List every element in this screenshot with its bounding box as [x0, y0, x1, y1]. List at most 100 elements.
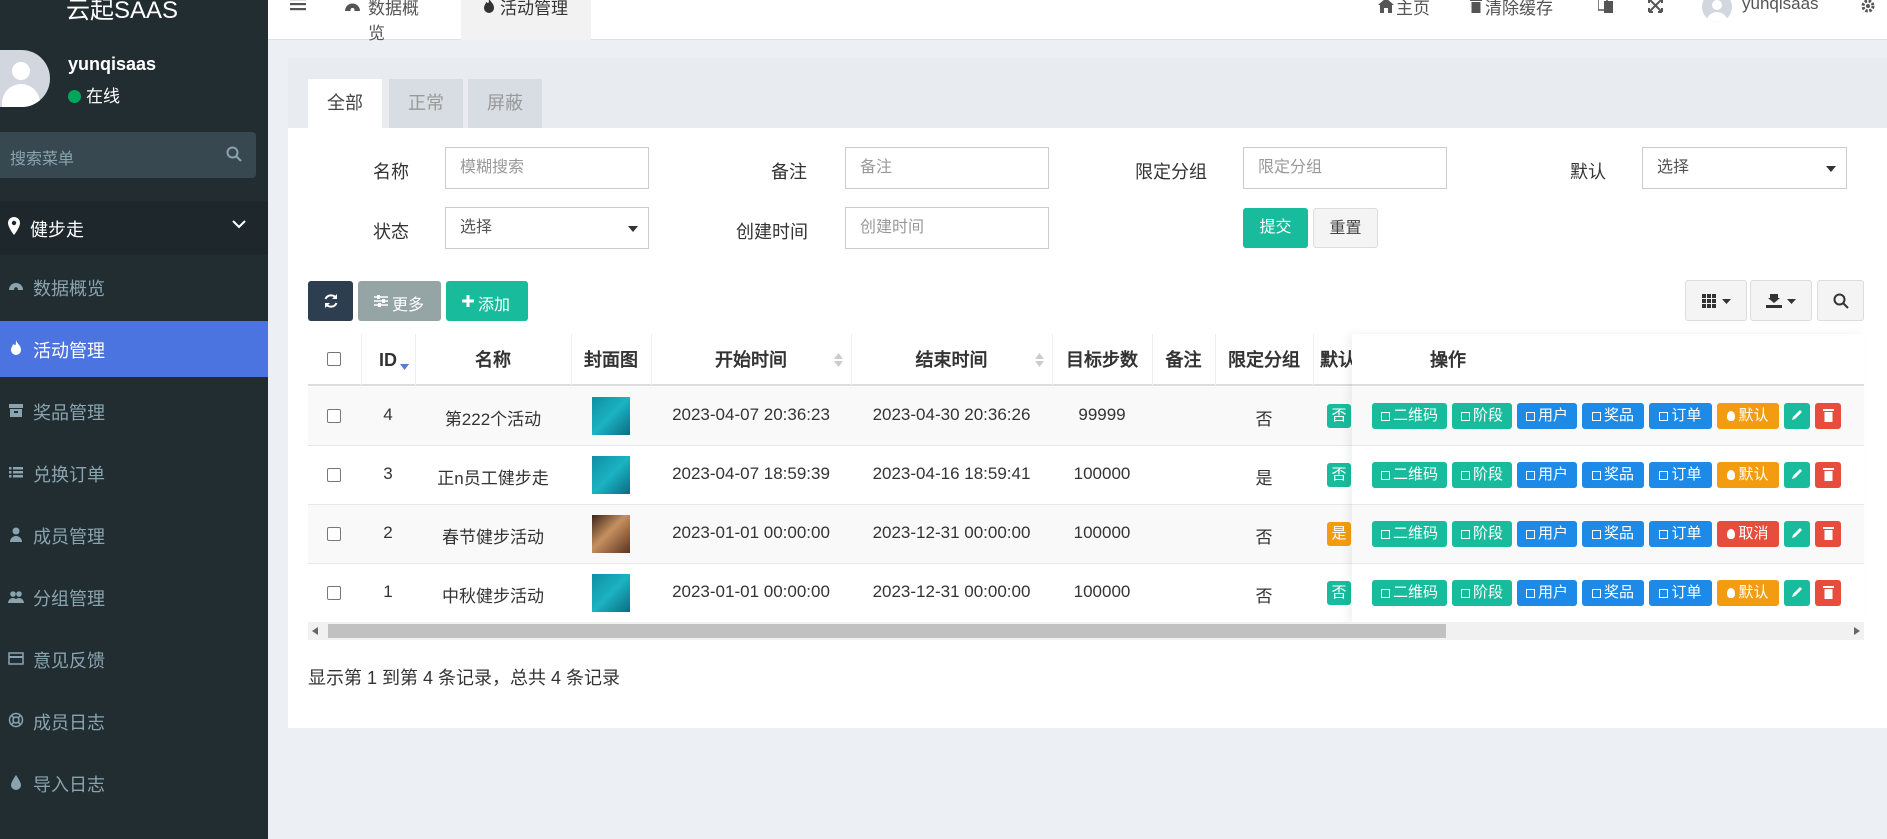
row-checkbox[interactable]	[327, 409, 341, 423]
tab-all[interactable]: 全部	[308, 79, 382, 128]
qrcode-button[interactable]: 二维码	[1372, 462, 1447, 488]
add-button[interactable]: 添加	[446, 281, 528, 321]
reset-button[interactable]: 重置	[1313, 208, 1378, 248]
scroll-left-icon[interactable]	[312, 627, 318, 635]
row-checkbox[interactable]	[327, 527, 341, 541]
delete-button[interactable]	[1815, 462, 1841, 488]
trash-icon	[1470, 0, 1482, 13]
status-select[interactable]: 选择	[445, 207, 649, 249]
clear-cache-button[interactable]: 清除缓存	[1470, 0, 1565, 40]
column-header-steps[interactable]: 目标步数	[1052, 334, 1152, 386]
tab-dashboard[interactable]: 数据概览	[344, 0, 434, 43]
translate-button[interactable]	[1598, 0, 1618, 40]
user-button[interactable]: 用户	[1517, 521, 1577, 547]
sidebar-item-5[interactable]: 成员管理	[0, 507, 268, 563]
cancel-default-button[interactable]: 取消	[1717, 521, 1779, 547]
export-button[interactable]	[1750, 280, 1812, 321]
column-header-end[interactable]: 结束时间	[851, 334, 1052, 386]
row-checkbox[interactable]	[327, 468, 341, 482]
columns-toggle-button[interactable]	[1685, 280, 1747, 321]
column-header-cover[interactable]: 封面图	[571, 334, 651, 386]
default-select[interactable]: 选择	[1642, 147, 1847, 189]
user-button[interactable]: 用户	[1517, 580, 1577, 606]
status-select-value: 选择	[460, 219, 493, 236]
stage-button[interactable]: 阶段	[1452, 521, 1512, 547]
sort-desc-icon[interactable]	[400, 364, 409, 370]
sidebar-item-6[interactable]: 分组管理	[0, 569, 268, 625]
set-default-button[interactable]: 默认	[1717, 403, 1779, 429]
remark-input[interactable]: 备注	[845, 147, 1049, 189]
row-checkbox[interactable]	[327, 586, 341, 600]
sort-icon[interactable]	[1035, 352, 1044, 368]
sidebar-item-4[interactable]: 兑换订单	[0, 445, 268, 501]
sidebar-item-1[interactable]: 数据概览	[0, 259, 268, 315]
refresh-button[interactable]	[308, 281, 353, 321]
column-header-name[interactable]: 名称	[415, 334, 571, 386]
gift-icon	[1591, 589, 1601, 598]
user-button[interactable]: 用户	[1517, 403, 1577, 429]
prize-button[interactable]: 奖品	[1582, 521, 1644, 547]
cover-image[interactable]	[592, 456, 630, 494]
horizontal-scrollbar[interactable]	[308, 622, 1864, 640]
home-link[interactable]: 主页	[1378, 0, 1438, 40]
prize-button[interactable]: 奖品	[1582, 580, 1644, 606]
column-header-remark[interactable]: 备注	[1152, 334, 1215, 386]
user-menu[interactable]: yunqisaas	[1702, 0, 1842, 40]
group-input[interactable]: 限定分组	[1243, 147, 1447, 189]
delete-button[interactable]	[1815, 580, 1841, 606]
users-icon	[8, 591, 24, 603]
submit-button[interactable]: 提交	[1243, 208, 1308, 248]
sidebar-item-2[interactable]: 活动管理	[0, 321, 268, 377]
stage-button[interactable]: 阶段	[1452, 462, 1512, 488]
more-button[interactable]: 更多	[358, 281, 441, 321]
sidebar-item-9[interactable]: 导入日志	[0, 755, 268, 811]
tab-activity[interactable]: 活动管理	[461, 0, 591, 40]
set-default-button[interactable]: 默认	[1717, 462, 1779, 488]
fullscreen-button[interactable]	[1648, 0, 1668, 40]
delete-button[interactable]	[1815, 521, 1841, 547]
set-default-button[interactable]: 默认	[1717, 580, 1779, 606]
stage-button[interactable]: 阶段	[1452, 403, 1512, 429]
cover-image[interactable]	[592, 574, 630, 612]
sidebar-item-7[interactable]: 意见反馈	[0, 631, 268, 687]
order-button[interactable]: 订单	[1649, 521, 1712, 547]
column-header-start[interactable]: 开始时间	[651, 334, 851, 386]
sidebar-item-8[interactable]: 成员日志	[0, 693, 268, 749]
top-navbar: 数据概览 活动管理 主页 清除缓存 yunqisaas	[268, 0, 1887, 43]
app-logo[interactable]: 云起SAAS	[0, 0, 268, 28]
name-search-input[interactable]: 模糊搜索	[445, 147, 649, 189]
edit-button[interactable]	[1784, 580, 1810, 606]
cover-image[interactable]	[592, 397, 630, 435]
prize-button[interactable]: 奖品	[1582, 462, 1644, 488]
sidebar-item-3[interactable]: 奖品管理	[0, 383, 268, 439]
edit-button[interactable]	[1784, 462, 1810, 488]
settings-button[interactable]	[1860, 0, 1880, 40]
select-all-checkbox[interactable]	[327, 352, 341, 366]
scrollbar-thumb[interactable]	[328, 624, 1446, 638]
search-icon[interactable]	[226, 146, 242, 162]
cover-image[interactable]	[592, 515, 630, 553]
column-header-group[interactable]: 限定分组	[1215, 334, 1313, 386]
sidebar-toggle-button[interactable]	[290, 0, 306, 36]
order-button[interactable]: 订单	[1649, 462, 1712, 488]
created-time-input[interactable]: 创建时间	[845, 207, 1049, 249]
tab-normal[interactable]: 正常	[389, 79, 463, 128]
stage-button[interactable]: 阶段	[1452, 580, 1512, 606]
table-search-button[interactable]	[1817, 280, 1864, 321]
order-button[interactable]: 订单	[1649, 403, 1712, 429]
order-button[interactable]: 订单	[1649, 580, 1712, 606]
edit-button[interactable]	[1784, 521, 1810, 547]
qrcode-button[interactable]: 二维码	[1372, 521, 1447, 547]
edit-button[interactable]	[1784, 403, 1810, 429]
tab-blocked[interactable]: 屏蔽	[468, 79, 542, 128]
delete-button[interactable]	[1815, 403, 1841, 429]
user-button[interactable]: 用户	[1517, 462, 1577, 488]
column-header-id[interactable]: ID	[361, 334, 415, 386]
scroll-right-icon[interactable]	[1854, 627, 1860, 635]
qrcode-button[interactable]: 二维码	[1372, 403, 1447, 429]
prize-button[interactable]: 奖品	[1582, 403, 1644, 429]
sort-icon[interactable]	[834, 352, 843, 368]
sidebar-group-header[interactable]: 健步走	[0, 201, 268, 255]
qrcode-button[interactable]: 二维码	[1372, 580, 1447, 606]
sidebar-search-input[interactable]: 搜索菜单	[0, 132, 256, 178]
